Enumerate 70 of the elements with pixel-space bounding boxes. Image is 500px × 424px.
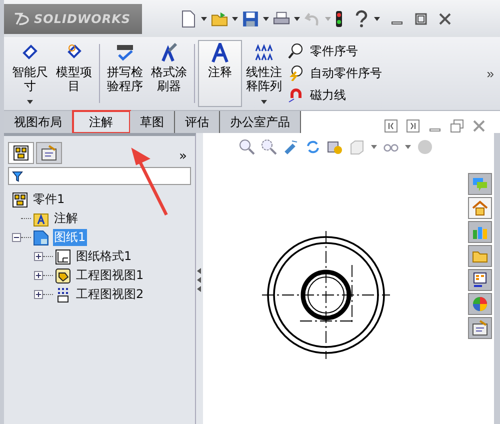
tile-right-icon[interactable] [406, 119, 420, 133]
pattern-icon [254, 43, 274, 63]
expander-icon[interactable] [12, 233, 21, 242]
drawing-view-icon [55, 286, 71, 302]
previous-view-icon[interactable] [282, 139, 298, 155]
ribbon-button[interactable]: 自动零件序号 [288, 64, 382, 82]
ribbon-button[interactable]: 智能尺寸 [8, 40, 52, 107]
filter-icon [12, 170, 23, 182]
sheet-icon [33, 230, 49, 246]
panel-handle[interactable] [196, 133, 203, 424]
panel-tab[interactable] [36, 142, 62, 164]
tile-left-icon[interactable] [384, 119, 398, 133]
magnet-icon [288, 88, 304, 104]
tree-item[interactable]: 工程图视图2 [75, 286, 145, 303]
more-button[interactable]: » [179, 149, 191, 164]
library-icon [472, 224, 488, 240]
expander-icon[interactable] [34, 290, 43, 299]
logo-text: SOLIDWORKS [34, 12, 131, 26]
tree-item[interactable]: 图纸格式1 [75, 248, 133, 265]
properties-icon [472, 320, 488, 336]
caret-icon[interactable] [201, 16, 207, 20]
brush-icon [159, 43, 179, 63]
expander-icon[interactable] [34, 271, 43, 280]
zoom-area-icon[interactable] [260, 139, 276, 155]
close-icon[interactable] [472, 119, 486, 133]
traffic-light-icon[interactable] [335, 10, 343, 28]
ribbon-button[interactable]: 磁力线 [288, 87, 382, 104]
chat-icon [472, 176, 488, 192]
zoom-to-fit-icon[interactable] [238, 139, 254, 155]
ribbon-button[interactable]: 格式涂刷器 [147, 40, 191, 107]
restore-icon[interactable] [450, 119, 464, 133]
filter-field[interactable] [8, 167, 191, 185]
ribbon-button[interactable]: 线性注释阵列 [242, 40, 286, 107]
lightning-balloon-icon [288, 65, 304, 82]
tree-item[interactable]: 零件1 [32, 191, 66, 208]
ribbon-button[interactable]: 零件序号 [288, 42, 382, 60]
help-icon[interactable] [353, 10, 370, 28]
ribbon-button[interactable]: 模型项目 [52, 40, 96, 107]
expander-icon[interactable] [34, 252, 43, 261]
appearance-icon [472, 296, 488, 312]
balloon-icon [288, 43, 304, 60]
caret-icon[interactable] [232, 16, 238, 20]
panel-tab[interactable] [8, 142, 34, 164]
task-pane-button[interactable] [468, 269, 492, 291]
drawing-view-icon [55, 268, 71, 284]
tree-item[interactable]: 工程图视图1 [75, 267, 145, 284]
save-icon[interactable] [242, 10, 259, 28]
ribbon-button[interactable]: 注释 [198, 40, 242, 107]
caret-icon[interactable] [294, 16, 300, 20]
more-button[interactable]: » [484, 66, 496, 81]
home-icon [472, 200, 488, 216]
tab[interactable]: 注解 [73, 111, 130, 133]
tree-icon [12, 192, 28, 208]
tab[interactable]: 草图 [130, 111, 175, 133]
sheet-format-icon [55, 248, 71, 264]
checkmark-icon [115, 43, 135, 63]
palette-icon [472, 272, 488, 288]
letter-a-icon [210, 43, 230, 63]
view-settings-icon[interactable] [326, 139, 342, 155]
task-pane-button[interactable] [468, 317, 492, 339]
maximize-icon[interactable] [414, 12, 428, 26]
ribbon-button[interactable]: 拼写检验程序 [103, 40, 147, 107]
caret-icon[interactable] [263, 16, 269, 20]
rotate-icon[interactable] [304, 139, 320, 155]
caret-icon[interactable] [374, 16, 380, 20]
folder-icon [33, 210, 49, 226]
tree-item[interactable]: 注解 [53, 210, 79, 227]
close-icon[interactable] [438, 12, 452, 26]
logo-icon [12, 12, 30, 26]
new-document-icon[interactable] [180, 10, 197, 28]
